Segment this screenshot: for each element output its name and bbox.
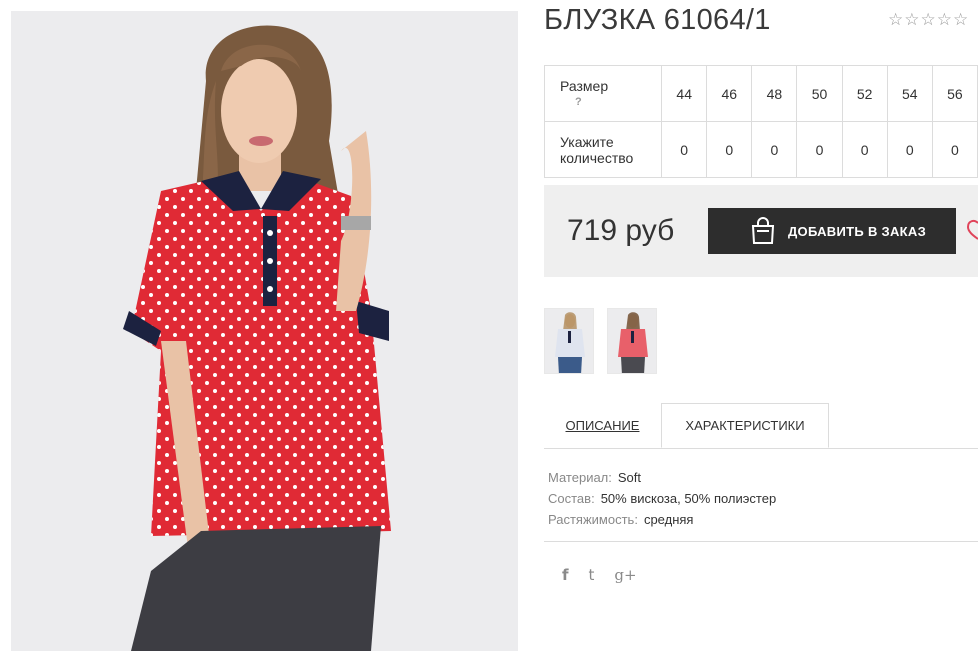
add-to-order-label: ДОБАВИТЬ В ЗАКАЗ (788, 223, 927, 239)
size-label: Размер (560, 77, 609, 94)
spec-key: Состав: (548, 491, 595, 506)
heart-icon[interactable] (966, 219, 978, 246)
tabs-divider (544, 448, 978, 449)
spec-key: Растяжимость: (548, 512, 638, 527)
star-icon[interactable]: ☆ (921, 12, 936, 29)
quantity-input[interactable]: 0 (931, 121, 978, 178)
tab-characteristics[interactable]: ХАРАКТЕРИСТИКИ (661, 403, 829, 448)
quantity-input[interactable]: 0 (661, 121, 708, 178)
product-main-photo[interactable] (11, 11, 518, 651)
divider (544, 541, 978, 542)
spec-row: Растяжимость: средняя (548, 509, 776, 530)
quantity-input[interactable]: 0 (841, 121, 888, 178)
size-help-icon[interactable]: ? (560, 94, 661, 110)
shopping-bag-icon (750, 217, 776, 245)
product-details-panel: БЛУЗКА 61064/1 ☆ ☆ ☆ ☆ ☆ Размер ? 44 46 … (543, 0, 978, 651)
quantity-input[interactable]: 0 (796, 121, 843, 178)
tab-description[interactable]: ОПИСАНИЕ (544, 403, 661, 448)
star-icon[interactable]: ☆ (888, 12, 903, 29)
model-illustration (11, 11, 518, 651)
quantity-input[interactable]: 0 (751, 121, 798, 178)
size-cell: 50 (796, 65, 843, 122)
add-to-order-button[interactable]: ДОБАВИТЬ В ЗАКАЗ (708, 208, 956, 254)
quantity-row: Укажите количество 0 0 0 0 0 0 0 (543, 121, 978, 178)
spec-row: Состав: 50% вискоза, 50% полиэстер (548, 488, 776, 509)
twitter-icon[interactable]: t (589, 566, 595, 584)
star-icon[interactable]: ☆ (937, 12, 952, 29)
quantity-label: Укажите количество (543, 121, 663, 178)
quantity-input[interactable]: 0 (886, 121, 933, 178)
star-icon[interactable]: ☆ (953, 12, 968, 29)
size-quantity-table: Размер ? 44 46 48 50 52 54 56 Укажите ко… (543, 65, 978, 178)
rating-stars[interactable]: ☆ ☆ ☆ ☆ ☆ (888, 12, 968, 29)
price: 719 руб (567, 214, 675, 247)
product-tabs: ОПИСАНИЕ ХАРАКТЕРИСТИКИ (544, 403, 978, 449)
thumbnail-red-blouse[interactable] (607, 308, 657, 374)
size-header-cell: Размер ? (543, 65, 663, 122)
product-title: БЛУЗКА 61064/1 (544, 4, 771, 36)
spec-value: Soft (617, 470, 642, 485)
thumbnail-white-blouse[interactable] (544, 308, 594, 374)
quantity-input[interactable]: 0 (706, 121, 753, 178)
google-plus-icon[interactable]: g+ (614, 566, 636, 584)
size-cell: 56 (931, 65, 978, 122)
size-cell: 48 (751, 65, 798, 122)
facebook-icon[interactable]: f (562, 566, 569, 584)
size-cell: 46 (706, 65, 753, 122)
social-share: f t g+ (562, 566, 637, 584)
specs-list: Материал: Soft Состав: 50% вискоза, 50% по… (548, 467, 776, 530)
size-cell: 44 (661, 65, 708, 122)
size-row: Размер ? 44 46 48 50 52 54 56 (543, 65, 978, 122)
spec-row: Материал: Soft (548, 467, 776, 488)
spec-key: Материал: (548, 470, 612, 485)
size-cell: 52 (841, 65, 888, 122)
spec-value: 50% вискоза, 50% полиэстер (600, 491, 777, 506)
spec-value: средняя (643, 512, 694, 527)
size-cell: 54 (886, 65, 933, 122)
star-icon[interactable]: ☆ (904, 12, 919, 29)
purchase-box: 719 руб ДОБАВИТЬ В ЗАКАЗ (544, 185, 978, 277)
